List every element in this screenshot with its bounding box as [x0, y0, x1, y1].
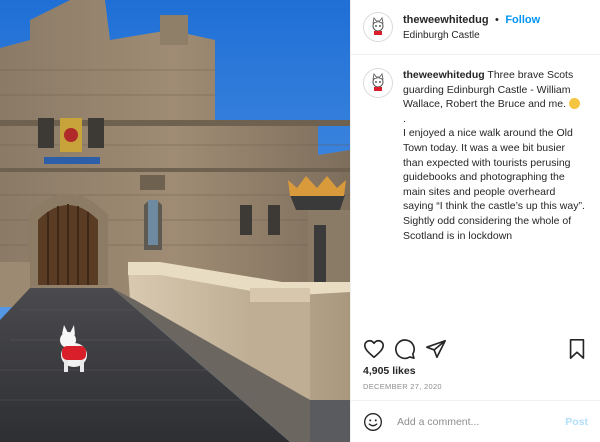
heart-icon[interactable] [363, 338, 385, 360]
avatar[interactable] [363, 12, 393, 42]
add-comment-bar: Post [351, 401, 600, 442]
share-icon[interactable] [425, 338, 447, 360]
header-text: theweewhitedug • Follow Edinburgh Castle [403, 11, 540, 43]
caption-text: theweewhitedug Three brave Scots guardin… [403, 68, 588, 243]
caption-line-3: I enjoyed a nice walk around the Old Tow… [403, 127, 585, 242]
dog-avatar-icon [372, 73, 384, 91]
emoji-smile-icon[interactable] [363, 412, 383, 432]
post-date[interactable]: DECEMBER 27, 2020 [363, 382, 442, 391]
castle-photo-illustration [0, 0, 350, 442]
comment-icon[interactable] [394, 338, 416, 360]
post-photo[interactable] [0, 0, 350, 442]
caption-line-2: . [403, 112, 406, 125]
header-username[interactable]: theweewhitedug [403, 14, 489, 26]
bookmark-icon[interactable] [566, 338, 588, 360]
post-sidebar: theweewhitedug • Follow Edinburgh Castle [350, 0, 600, 442]
follow-button[interactable]: Follow [505, 14, 540, 26]
caption-username[interactable]: theweewhitedug [403, 69, 485, 81]
post-comment-button[interactable]: Post [565, 416, 588, 428]
instagram-post: theweewhitedug • Follow Edinburgh Castle [0, 0, 600, 442]
caption-avatar[interactable] [363, 68, 393, 98]
grin-emoji-icon [568, 98, 580, 110]
likes-count[interactable]: 4,905 likes [363, 365, 416, 377]
dog-avatar-icon [372, 17, 384, 35]
action-bar [363, 336, 588, 362]
comments-area[interactable]: theweewhitedug Three brave Scots guardin… [351, 54, 600, 340]
post-header: theweewhitedug • Follow Edinburgh Castle [351, 0, 600, 55]
header-separator: • [495, 14, 499, 26]
caption: theweewhitedug Three brave Scots guardin… [363, 68, 588, 243]
comment-input[interactable] [395, 414, 566, 429]
location-link[interactable]: Edinburgh Castle [403, 28, 540, 43]
